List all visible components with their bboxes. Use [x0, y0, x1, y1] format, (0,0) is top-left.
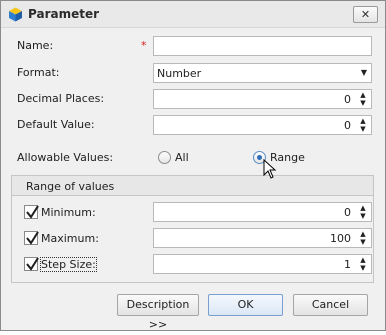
format-label: Format: [17, 66, 60, 79]
maximum-checkbox[interactable] [24, 231, 39, 245]
radio-all[interactable] [158, 151, 171, 164]
step-size-value: 1 [344, 258, 351, 271]
allowable-values-label: Allowable Values: [17, 151, 114, 164]
window-title: Parameter [28, 7, 100, 21]
minimum-spinner[interactable]: 0 ▲ ▼ [153, 202, 372, 222]
required-marker: * [141, 39, 147, 52]
close-icon: ✕ [360, 8, 371, 21]
range-group-title: Range of values [26, 180, 115, 193]
maximum-spinner[interactable]: 100 ▲ ▼ [153, 228, 372, 248]
dropdown-arrow-icon[interactable]: ▼ [361, 68, 367, 77]
spin-buttons[interactable]: ▲ ▼ [357, 204, 369, 220]
step-size-checkbox[interactable] [24, 257, 39, 271]
minimum-label[interactable]: Minimum: [41, 206, 96, 219]
step-size-spinner[interactable]: 1 ▲ ▼ [153, 254, 372, 274]
name-input[interactable] [153, 36, 372, 56]
spin-buttons[interactable]: ▲ ▼ [357, 91, 369, 107]
cancel-button[interactable]: Cancel [293, 294, 368, 316]
default-value-label: Default Value: [17, 118, 95, 131]
spin-down-icon[interactable]: ▼ [357, 264, 369, 272]
decimal-places-spinner[interactable]: 0 ▲ ▼ [153, 89, 372, 109]
spin-down-icon[interactable]: ▼ [357, 99, 369, 107]
checkmark-icon [26, 231, 39, 245]
spin-up-icon[interactable]: ▲ [357, 91, 369, 99]
radio-all-label[interactable]: All [175, 151, 189, 164]
checkmark-icon [26, 257, 39, 271]
minimum-value: 0 [344, 206, 351, 219]
default-value-spinner[interactable]: 0 ▲ ▼ [153, 115, 372, 135]
maximum-label[interactable]: Maximum: [41, 232, 99, 245]
spin-up-icon[interactable]: ▲ [357, 117, 369, 125]
description-button[interactable]: Description >> [117, 294, 199, 331]
decimal-places-value: 0 [344, 93, 351, 106]
spin-buttons[interactable]: ▲ ▼ [357, 230, 369, 246]
format-value: Number [157, 67, 202, 80]
spin-down-icon[interactable]: ▼ [357, 238, 369, 246]
spin-up-icon[interactable]: ▲ [357, 256, 369, 264]
maximum-value: 100 [330, 232, 351, 245]
minimum-checkbox[interactable] [24, 205, 39, 219]
step-size-label[interactable]: Step Size: [40, 257, 97, 272]
checkmark-icon [26, 205, 39, 219]
spin-up-icon[interactable]: ▲ [357, 230, 369, 238]
spin-down-icon[interactable]: ▼ [357, 212, 369, 220]
ok-button[interactable]: OK [208, 294, 283, 316]
spin-down-icon[interactable]: ▼ [357, 125, 369, 133]
spin-buttons[interactable]: ▲ ▼ [357, 256, 369, 272]
title-bar[interactable]: Parameter ✕ [1, 1, 385, 28]
spin-up-icon[interactable]: ▲ [357, 204, 369, 212]
name-label: Name: [17, 39, 54, 52]
app-cube-icon [9, 7, 22, 22]
decimal-places-label: Decimal Places: [17, 92, 105, 105]
range-group-header: Range of values [12, 176, 373, 196]
close-button[interactable]: ✕ [353, 6, 378, 23]
default-value-value: 0 [344, 119, 351, 132]
mouse-pointer-icon [263, 159, 277, 179]
format-select[interactable]: Number ▼ [153, 63, 372, 83]
parameter-dialog: Parameter ✕ Name: * Format: Number ▼ Dec… [0, 0, 386, 331]
spin-buttons[interactable]: ▲ ▼ [357, 117, 369, 133]
